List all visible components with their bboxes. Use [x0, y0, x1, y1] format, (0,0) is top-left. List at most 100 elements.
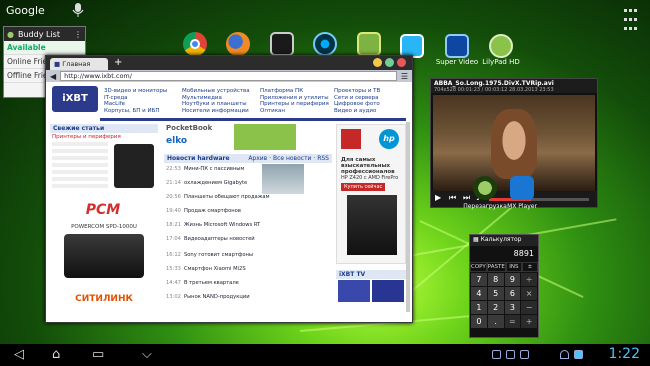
- calc-key[interactable]: 0: [471, 315, 487, 328]
- pocketbook-device-image: [234, 124, 296, 150]
- browser-window: ■ Главная + ◀ http://www.ixbt.com/ ☰ iXB…: [45, 55, 413, 323]
- news-item[interactable]: 21:14 охлаждением Gigabyte: [166, 180, 247, 186]
- nav-link[interactable]: Цифровое фото: [334, 101, 380, 108]
- battery-icon[interactable]: [574, 350, 583, 359]
- sidebox-link[interactable]: Принтеры и периферия: [52, 134, 121, 140]
- nav-link[interactable]: Оптикан: [260, 108, 329, 115]
- nav-link[interactable]: Проекторы и ТВ: [334, 88, 380, 95]
- news-item[interactable]: 22:53 Мини-ПК с пассивным: [166, 166, 244, 172]
- calc-key[interactable]: 4: [471, 287, 487, 300]
- calc-key[interactable]: 5: [487, 287, 504, 300]
- copy-button[interactable]: COPY: [470, 262, 487, 272]
- notification-icon[interactable]: [506, 350, 515, 359]
- wifi-icon[interactable]: [560, 350, 569, 359]
- apps-grid-icon[interactable]: [623, 6, 638, 33]
- super-video-icon[interactable]: [445, 34, 469, 58]
- calculator-display: 8891: [470, 246, 538, 262]
- hide-bar-icon[interactable]: ⌵: [142, 347, 152, 363]
- more-menu-icon[interactable]: ⋮: [74, 30, 82, 39]
- news-item[interactable]: 18:21 Жизнь Microsoft Windows RT: [166, 222, 260, 228]
- web-page: iXBT 3D-видео и мониторы IT-среда MacLif…: [46, 82, 412, 322]
- news-item[interactable]: 16:12 Sony готовит смартфоны: [166, 252, 253, 258]
- news-item[interactable]: 13:02 Рынок NAND-продукции: [166, 294, 250, 300]
- speedometer-icon[interactable]: [313, 32, 337, 56]
- minimize-button[interactable]: [373, 58, 382, 67]
- mic-icon[interactable]: [72, 2, 84, 18]
- url-input[interactable]: http://www.ixbt.com/: [60, 71, 397, 81]
- calc-key[interactable]: ÷: [521, 273, 537, 286]
- ixbt-tv-thumb[interactable]: [372, 280, 404, 302]
- tv-green-icon[interactable]: [357, 32, 381, 56]
- tab-title: Главная: [62, 60, 91, 68]
- nav-link[interactable]: Корпусы, БП и ИБП: [104, 108, 167, 115]
- nav-link[interactable]: 3D-видео и мониторы: [104, 88, 167, 95]
- calc-key[interactable]: 1: [471, 301, 487, 314]
- ixbt-tv-thumb[interactable]: [338, 280, 370, 302]
- clock[interactable]: 1:22: [609, 346, 640, 362]
- pcm-logo[interactable]: PCM: [52, 198, 154, 222]
- calc-key[interactable]: 2: [487, 301, 504, 314]
- nav-link[interactable]: Видео и аудио: [334, 108, 380, 115]
- chrome-icon[interactable]: [183, 32, 207, 56]
- elko-logo[interactable]: elko: [166, 136, 206, 146]
- hp-ad[interactable]: hp Для самых взыскательных профессионало…: [336, 124, 406, 264]
- news-item[interactable]: 17:04 Видеоадаптеры новостей: [166, 236, 255, 242]
- calc-key[interactable]: 7: [471, 273, 487, 286]
- browser-tab[interactable]: ■ Главная: [50, 58, 108, 70]
- google-search-label[interactable]: Google: [6, 4, 58, 18]
- nav-link[interactable]: Ноутбуки и планшеты: [182, 101, 250, 108]
- calc-key[interactable]: 6: [504, 287, 521, 300]
- calc-key[interactable]: 8: [487, 273, 504, 286]
- calc-key[interactable]: 3: [504, 301, 521, 314]
- firefox-icon[interactable]: [226, 32, 250, 56]
- calc-key[interactable]: =: [504, 315, 521, 328]
- site-logo[interactable]: iXBT: [52, 86, 98, 112]
- dark-app-icon[interactable]: [270, 32, 294, 56]
- next-icon[interactable]: ⏭: [463, 193, 470, 203]
- back-nav-icon[interactable]: ◁: [14, 347, 24, 363]
- ins-button[interactable]: INS: [505, 262, 522, 272]
- pcm-ad-text: POWERCOM SPD-1000U: [71, 224, 137, 230]
- news-all-link[interactable]: Все новости: [273, 155, 312, 162]
- buddy-status-available[interactable]: Available: [4, 41, 85, 55]
- prev-icon[interactable]: ⏮: [449, 193, 456, 203]
- calc-key[interactable]: .: [487, 315, 504, 328]
- news-archive-link[interactable]: Архив: [248, 155, 267, 162]
- calc-key[interactable]: −: [521, 301, 537, 314]
- news-item[interactable]: 20:56 Планшеты обещают продажам: [166, 194, 270, 200]
- news-item[interactable]: 15:33 Смартфон Xiaomi Mi2S: [166, 266, 246, 272]
- news-item[interactable]: 14:47 В третьем квартале: [166, 280, 239, 286]
- notification-icon[interactable]: [520, 350, 529, 359]
- calculator-title: Калькулятор: [480, 236, 522, 243]
- vpn-shield-icon[interactable]: [473, 176, 497, 200]
- recent-apps-icon[interactable]: ▭: [92, 347, 104, 363]
- back-icon[interactable]: ◀: [50, 72, 56, 81]
- calc-key[interactable]: 9: [504, 273, 521, 286]
- super-video-label: Super Video: [435, 58, 479, 66]
- pocketbook-logo[interactable]: PocketBook: [166, 124, 228, 132]
- menu-icon[interactable]: ☰: [401, 72, 408, 81]
- buy-now-button[interactable]: Купить сейчас: [341, 183, 386, 191]
- paste-button[interactable]: PASTE: [486, 262, 506, 272]
- maximize-button[interactable]: [385, 58, 394, 67]
- calc-key[interactable]: +: [521, 315, 537, 328]
- nav-link[interactable]: Носители информации: [182, 108, 250, 115]
- page-scrollbar[interactable]: [406, 122, 410, 312]
- close-button[interactable]: [397, 58, 406, 67]
- news-item[interactable]: 19:40 Продаж смартфонов: [166, 208, 241, 214]
- video-progress-bar[interactable]: [489, 198, 589, 201]
- play-icon[interactable]: ▶: [435, 193, 441, 202]
- news-rss-link[interactable]: RSS: [317, 155, 329, 162]
- notification-icon[interactable]: [492, 350, 501, 359]
- lilypad-hd-label: LilyPad HD: [482, 58, 520, 66]
- nav-link[interactable]: Принтеры и периферия: [260, 101, 329, 108]
- lilypad-hd-icon[interactable]: [489, 34, 513, 58]
- mx-player-icon[interactable]: [510, 176, 534, 200]
- calculator-header: ▦ Калькулятор: [470, 235, 538, 246]
- citilink-logo[interactable]: СИТИЛИНК: [56, 294, 152, 304]
- sign-button[interactable]: ±: [521, 262, 539, 272]
- home-nav-icon[interactable]: ⌂: [52, 347, 60, 363]
- new-tab-button[interactable]: +: [114, 57, 122, 68]
- calc-key[interactable]: ×: [521, 287, 537, 300]
- nav-link[interactable]: Мобильные устройства: [182, 88, 250, 95]
